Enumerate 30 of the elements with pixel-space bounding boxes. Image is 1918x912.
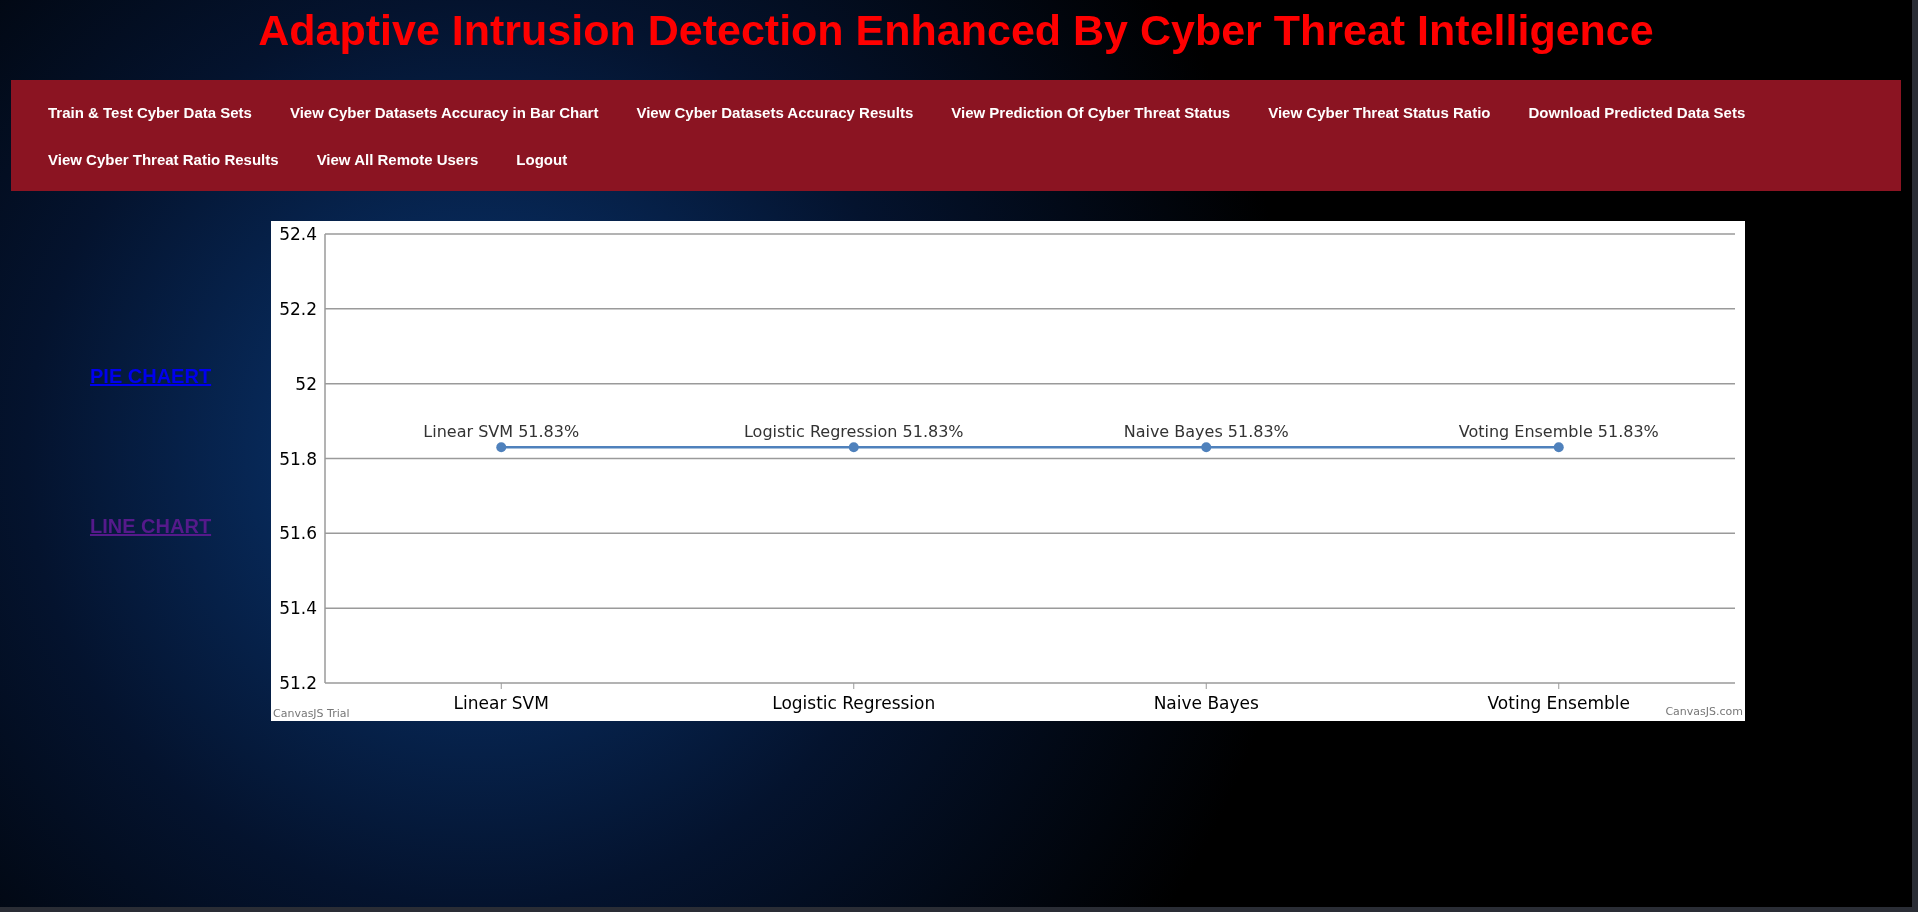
nav-link[interactable]: View Prediction Of Cyber Threat Status xyxy=(932,90,1250,137)
page-title: Adaptive Intrusion Detection Enhanced By Cyber Threat Intelligence xyxy=(258,6,1654,54)
nav-link[interactable]: Download Predicted Data Sets xyxy=(1509,90,1765,137)
data-point xyxy=(1201,442,1212,453)
y-tick-label: 51.2 xyxy=(279,673,317,693)
nav-link[interactable]: View Cyber Threat Ratio Results xyxy=(29,136,298,183)
x-category-label: Logistic Regression xyxy=(772,693,936,713)
nav-link[interactable]: Train & Test Cyber Data Sets xyxy=(29,90,271,137)
x-category-label: Voting Ensemble xyxy=(1487,693,1630,713)
nav-link[interactable]: View All Remote Users xyxy=(297,136,498,183)
y-tick-label: 51.4 xyxy=(279,598,317,619)
y-tick-label: 51.6 xyxy=(279,523,317,544)
y-tick-label: 51.8 xyxy=(279,448,317,469)
x-category-label: Naive Bayes xyxy=(1153,693,1259,713)
nav-link[interactable]: View Cyber Threat Status Ratio xyxy=(1249,90,1510,137)
data-point xyxy=(496,442,507,453)
data-point xyxy=(848,442,859,453)
data-label: Voting Ensemble 51.83% xyxy=(1458,422,1659,442)
x-category-label: Linear SVM xyxy=(453,693,549,713)
data-label: Naive Bayes 51.83% xyxy=(1123,422,1289,442)
y-tick-label: 52.2 xyxy=(279,298,317,319)
y-tick-label: 52 xyxy=(295,373,317,394)
data-point xyxy=(1553,442,1564,453)
data-label: Linear SVM 51.83% xyxy=(423,422,580,442)
trial-label: CanvasJS Trial xyxy=(273,707,350,720)
nav-link[interactable]: View Cyber Datasets Accuracy in Bar Chart xyxy=(270,90,618,137)
nav-link[interactable]: View Cyber Datasets Accuracy Results xyxy=(617,90,933,137)
y-tick-label: 52.4 xyxy=(279,224,317,244)
data-label: Logistic Regression 51.83% xyxy=(743,422,964,442)
nav-link[interactable]: Logout xyxy=(497,136,587,183)
